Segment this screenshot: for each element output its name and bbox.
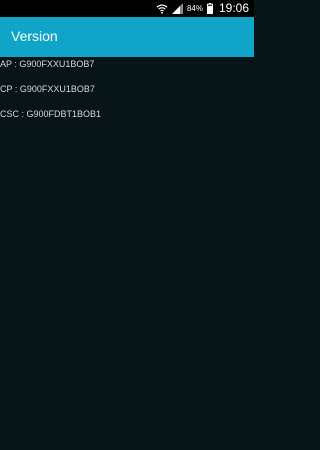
- battery-percent: 84%: [186, 4, 203, 13]
- page-title: Version: [11, 28, 58, 44]
- signal-icon: [171, 3, 183, 14]
- app-bar: Version: [0, 17, 254, 57]
- version-item-cp: CP : G900FXXU1BOB7: [0, 84, 95, 94]
- status-bar: 84% 19:06: [0, 0, 254, 17]
- wifi-icon: [156, 3, 168, 14]
- version-item-ap: AP : G900FXXU1BOB7: [0, 59, 95, 69]
- clock: 19:06: [218, 1, 249, 15]
- status-icons: 84% 19:06: [156, 1, 249, 16]
- version-list: AP : G900FXXU1BOB7 CP : G900FXXU1BOB7 CS…: [0, 57, 254, 450]
- version-item-csc: CSC : G900FDBT1BOB1: [0, 109, 102, 119]
- battery-icon: [206, 3, 213, 14]
